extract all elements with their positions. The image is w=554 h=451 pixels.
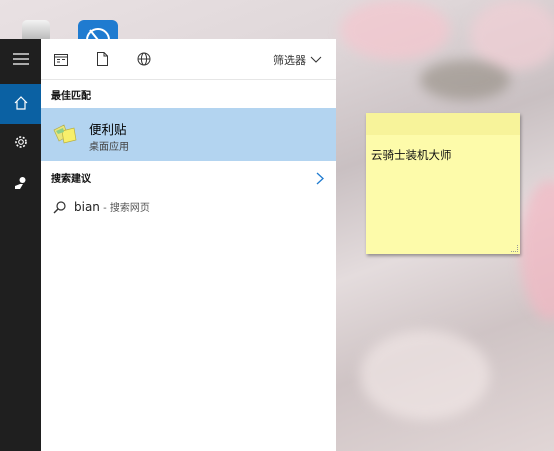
search-results-panel: 筛选器 最佳匹配 便利贴 桌面应用 搜索建议 bian - 搜索网页: [41, 39, 336, 451]
feedback-icon: [14, 175, 28, 194]
sticky-note-text[interactable]: 云骑士装机大师: [371, 147, 452, 163]
sticky-note-titlebar[interactable]: [366, 113, 520, 135]
filter-label: 筛选器: [273, 54, 306, 67]
web-globe-icon: [137, 51, 151, 70]
hamburger-menu-button[interactable]: [0, 39, 41, 79]
sticky-note[interactable]: 云骑士装机大师: [366, 113, 520, 254]
gear-icon: [14, 134, 28, 153]
background-petal: [360, 330, 490, 420]
suggestion-hint: - 搜索网页: [99, 203, 150, 214]
chevron-right-icon[interactable]: [316, 170, 324, 189]
settings-app-icon[interactable]: [22, 20, 50, 40]
best-match-name: 便利贴: [89, 122, 127, 137]
apps-filter-button[interactable]: [51, 50, 71, 70]
search-suggestion-item[interactable]: bian - 搜索网页: [41, 195, 336, 219]
home-icon: [14, 95, 28, 114]
apps-icon: [54, 51, 68, 70]
suggestion-text: bian - 搜索网页: [74, 199, 150, 214]
sidebar-item-feedback[interactable]: [0, 164, 41, 204]
search-icon: [53, 199, 66, 218]
search-toolbar: 筛选器: [41, 39, 336, 80]
resize-grip-icon[interactable]: [511, 245, 518, 252]
sticky-notes-app-icon: [52, 121, 78, 147]
best-match-item[interactable]: 便利贴 桌面应用: [41, 108, 336, 161]
documents-filter-button[interactable]: [92, 50, 112, 70]
background-petal: [470, 0, 554, 70]
filter-dropdown[interactable]: 筛选器: [273, 52, 322, 68]
suggestions-heading: 搜索建议: [51, 174, 91, 185]
start-sidebar: [0, 39, 41, 451]
chevron-down-icon: [310, 54, 322, 67]
web-filter-button[interactable]: [134, 50, 154, 70]
hamburger-icon: [12, 50, 29, 69]
sidebar-item-home[interactable]: [0, 84, 41, 124]
document-icon: [96, 51, 108, 70]
background-petal: [340, 0, 450, 60]
sidebar-item-settings[interactable]: [0, 123, 41, 163]
best-match-heading: 最佳匹配: [51, 91, 91, 102]
background-petal: [420, 60, 510, 100]
background-petal: [520, 180, 554, 320]
best-match-type: 桌面应用: [89, 142, 129, 153]
suggestion-query: bian: [74, 200, 100, 214]
